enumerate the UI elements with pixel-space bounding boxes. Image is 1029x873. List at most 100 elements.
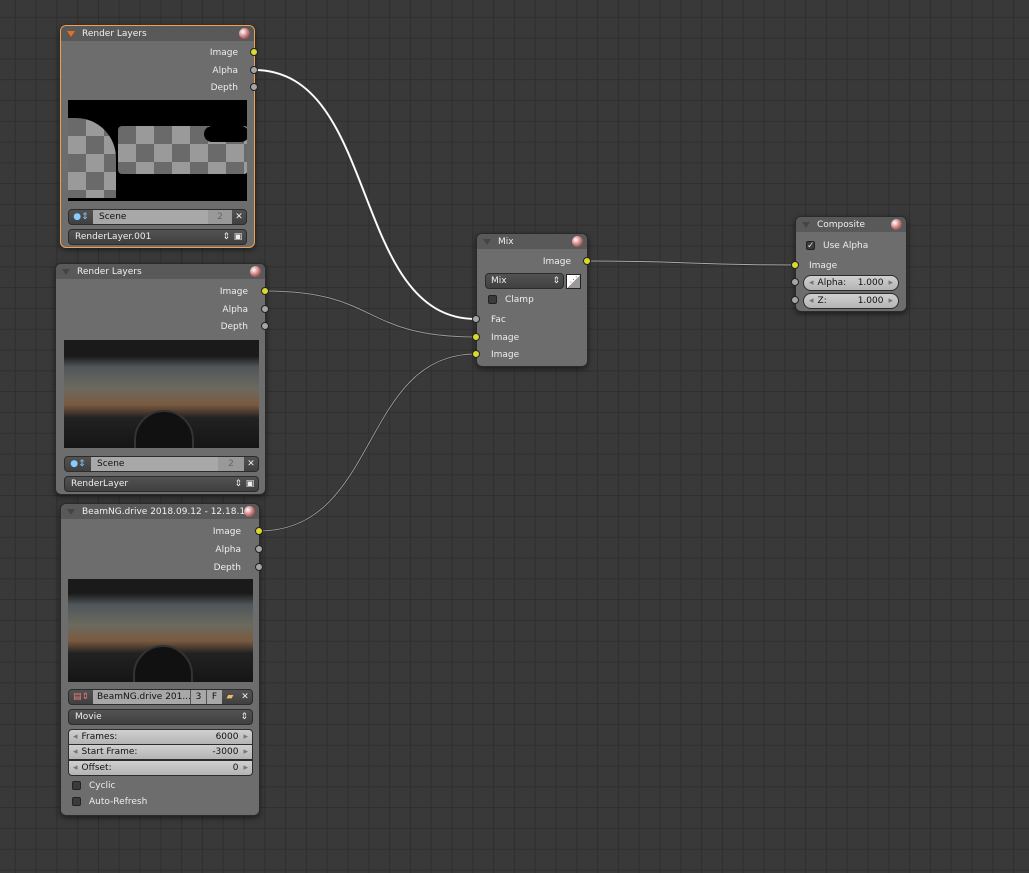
- composite-node[interactable]: Composite ✓ Use Alpha Image ◂ Alpha: 1.000…: [795, 216, 907, 312]
- output-alpha-label: Alpha: [212, 66, 238, 76]
- node-title: Mix: [498, 236, 514, 247]
- render-layer-name: RenderLayer.001: [75, 232, 152, 242]
- start-frame-value: -3000: [212, 747, 239, 757]
- socket-alpha-out[interactable]: [261, 305, 269, 313]
- offset-field[interactable]: ◂ Offset: 0 ▸: [68, 760, 253, 776]
- render-preview: [64, 340, 259, 448]
- socket-alpha-in[interactable]: [791, 278, 799, 286]
- start-frame-field[interactable]: ◂ Start Frame: -3000 ▸: [68, 744, 253, 760]
- scene-users: 2: [208, 210, 232, 224]
- updown-icon: ⇕: [552, 276, 560, 286]
- render-layer-dropdown[interactable]: RenderLayer ⇕ ▣: [64, 476, 259, 492]
- node-header[interactable]: Mix: [477, 234, 587, 249]
- link-alpha-to-fac[interactable]: [253, 69, 477, 320]
- image-icon: ▤⇕: [72, 692, 90, 702]
- render-preview: [68, 100, 247, 201]
- alpha-label: Alpha:: [817, 278, 847, 288]
- movie-image-node[interactable]: BeamNG.drive 2018.09.12 - 12.18.14.0... …: [60, 503, 260, 816]
- preview-toggle-icon[interactable]: [244, 506, 255, 517]
- node-header[interactable]: Composite: [796, 217, 906, 232]
- link-movie-to-mix-image2[interactable]: [258, 353, 477, 532]
- node-title: Composite: [817, 219, 866, 230]
- preview-toggle-icon[interactable]: [572, 236, 583, 247]
- offset-label: Offset:: [81, 763, 112, 773]
- render-layer-name: RenderLayer: [71, 479, 129, 489]
- output-depth-label: Depth: [210, 83, 238, 93]
- socket-z-in[interactable]: [791, 296, 799, 304]
- cyclic-checkbox[interactable]: [72, 781, 81, 790]
- use-alpha-label: Use Alpha: [823, 241, 869, 251]
- render-icon[interactable]: ▣: [230, 232, 246, 242]
- socket-image-in[interactable]: [791, 261, 799, 269]
- link-mix-to-composite[interactable]: [586, 260, 796, 266]
- close-icon[interactable]: ✕: [238, 692, 252, 702]
- socket-image-out[interactable]: [255, 527, 263, 535]
- node-header[interactable]: BeamNG.drive 2018.09.12 - 12.18.14.0...: [61, 504, 259, 519]
- z-field[interactable]: ◂ Z: 1.000 ▸: [803, 293, 899, 309]
- node-header[interactable]: Render Layers: [61, 26, 254, 41]
- socket-depth-out[interactable]: [255, 563, 263, 571]
- node-title: BeamNG.drive 2018.09.12 - 12.18.14.0...: [82, 506, 252, 517]
- socket-depth-out[interactable]: [261, 322, 269, 330]
- node-header[interactable]: Render Layers: [56, 264, 265, 279]
- output-depth-label: Depth: [213, 563, 241, 573]
- scene-selector[interactable]: ●⇕ Scene 2 ✕: [64, 456, 259, 472]
- movie-file-selector[interactable]: ▤⇕ BeamNG.drive 201... 3 F ▰ ✕: [68, 689, 253, 705]
- close-icon[interactable]: ✕: [232, 212, 246, 222]
- updown-icon: ⇕: [222, 232, 230, 242]
- preview-toggle-icon[interactable]: [239, 28, 250, 39]
- close-icon[interactable]: ✕: [244, 459, 258, 469]
- fake-user-button[interactable]: F: [206, 690, 222, 704]
- input-fac-label: Fac: [491, 315, 506, 325]
- frames-label: Frames:: [81, 732, 118, 742]
- use-alpha-checkbox[interactable]: ✓: [806, 241, 815, 251]
- users-count: 3: [190, 690, 206, 704]
- collapse-triangle-icon[interactable]: [67, 508, 75, 515]
- scene-users: 2: [218, 457, 244, 471]
- link-image-to-mix-image1[interactable]: [264, 290, 477, 338]
- scene-name[interactable]: Scene: [93, 210, 208, 224]
- render-layers-node-2[interactable]: Render Layers Image Alpha Depth ●⇕ Scene…: [55, 263, 266, 495]
- input-image1-label: Image: [491, 333, 520, 343]
- start-frame-label: Start Frame:: [81, 747, 138, 757]
- node-title: Render Layers: [82, 28, 147, 39]
- socket-image1-in[interactable]: [472, 333, 480, 341]
- socket-alpha-out[interactable]: [250, 66, 258, 74]
- frames-field[interactable]: ◂ Frames: 6000 ▸: [68, 729, 253, 745]
- cyclic-label: Cyclic: [89, 781, 116, 791]
- z-value: 1.000: [857, 296, 884, 306]
- movie-preview: [68, 579, 253, 682]
- use-alpha-toggle-icon[interactable]: ⋰: [566, 274, 581, 289]
- render-layers-node-1[interactable]: Render Layers Image Alpha Depth ●⇕ Scene…: [60, 25, 255, 248]
- file-name[interactable]: BeamNG.drive 201...: [93, 690, 190, 704]
- collapse-triangle-icon[interactable]: [483, 238, 491, 245]
- updown-icon: ⇕: [234, 479, 242, 489]
- output-alpha-label: Alpha: [222, 305, 248, 315]
- source-dropdown[interactable]: Movie ⇕: [68, 709, 253, 725]
- scene-name[interactable]: Scene: [91, 457, 218, 471]
- socket-image-out[interactable]: [261, 287, 269, 295]
- socket-alpha-out[interactable]: [255, 545, 263, 553]
- socket-depth-out[interactable]: [250, 83, 258, 91]
- render-layer-dropdown[interactable]: RenderLayer.001 ⇕ ▣: [68, 229, 247, 245]
- clamp-checkbox[interactable]: [488, 295, 497, 304]
- collapse-triangle-icon[interactable]: [62, 268, 70, 275]
- socket-mix-image-out[interactable]: [583, 257, 591, 265]
- preview-toggle-icon[interactable]: [891, 219, 902, 230]
- collapse-triangle-icon[interactable]: [802, 221, 810, 228]
- blend-mode-dropdown[interactable]: Mix ⇕: [485, 273, 564, 289]
- output-image-label: Image: [542, 257, 571, 267]
- socket-fac-in[interactable]: [472, 315, 480, 323]
- mix-node[interactable]: Mix Image Mix ⇕ ⋰ Clamp Fac Image Image: [476, 233, 588, 367]
- socket-image2-in[interactable]: [472, 350, 480, 358]
- socket-image-out[interactable]: [250, 48, 258, 56]
- render-icon[interactable]: ▣: [242, 479, 258, 489]
- scene-selector[interactable]: ●⇕ Scene 2 ✕: [68, 209, 247, 225]
- alpha-field[interactable]: ◂ Alpha: 1.000 ▸: [803, 275, 899, 291]
- auto-refresh-checkbox[interactable]: [72, 797, 81, 806]
- preview-toggle-icon[interactable]: [250, 266, 261, 277]
- output-image-label: Image: [209, 48, 238, 58]
- source-value: Movie: [75, 712, 102, 722]
- collapse-triangle-icon[interactable]: [67, 30, 75, 37]
- folder-icon[interactable]: ▰: [222, 692, 238, 702]
